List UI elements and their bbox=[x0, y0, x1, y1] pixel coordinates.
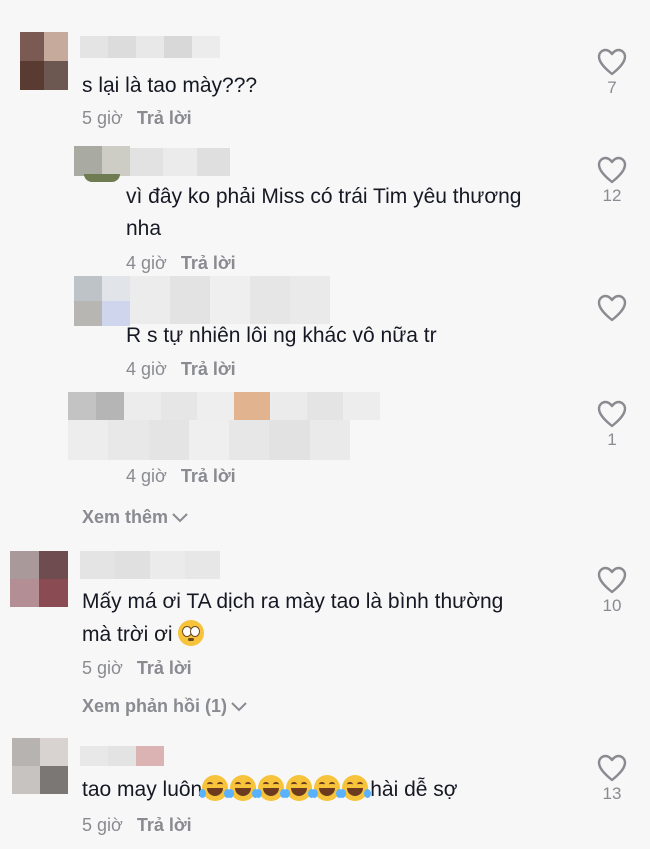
face-with-tears-of-joy-emoji bbox=[311, 775, 344, 801]
comment-meta: 5 giờ Trả lời bbox=[82, 108, 192, 129]
comment-time: 5 giờ bbox=[82, 815, 123, 835]
comment-text-line-1: vì đây ko phải Miss có trái Tim yêu thươ… bbox=[126, 185, 522, 208]
reply-button[interactable]: Trả lời bbox=[181, 253, 236, 273]
username-blurred[interactable] bbox=[80, 36, 220, 58]
reply-button[interactable]: Trả lời bbox=[137, 108, 192, 128]
heart-outline-icon bbox=[597, 48, 627, 76]
like-button[interactable]: 1 bbox=[592, 400, 632, 450]
avatar[interactable] bbox=[68, 392, 124, 420]
face-with-tears-of-joy-emoji bbox=[199, 775, 232, 801]
like-button[interactable] bbox=[592, 294, 632, 324]
view-more-label: Xem thêm bbox=[82, 507, 169, 527]
like-button[interactable]: 10 bbox=[592, 566, 632, 616]
comment-time: 5 giờ bbox=[82, 108, 123, 128]
view-replies-label: Xem phản hồi (1) bbox=[82, 696, 228, 716]
like-button[interactable]: 7 bbox=[592, 48, 632, 98]
heart-outline-icon bbox=[597, 156, 627, 184]
like-count: 13 bbox=[602, 784, 622, 803]
like-count: 12 bbox=[602, 186, 622, 205]
like-button[interactable]: 13 bbox=[592, 754, 632, 804]
heart-outline-icon bbox=[597, 400, 627, 428]
face-with-tears-of-joy-emoji bbox=[339, 775, 372, 801]
face-with-tears-of-joy-emoji bbox=[255, 775, 288, 801]
like-button[interactable]: 12 bbox=[592, 156, 632, 206]
username-blurred[interactable] bbox=[124, 392, 380, 420]
comment-meta: 4 giờ Trả lời bbox=[126, 359, 236, 380]
comment-text: tao may luôn hài dễ sợ bbox=[82, 774, 458, 806]
comment-text-before: tao may luôn bbox=[82, 778, 203, 801]
face-with-tears-of-joy-emoji bbox=[283, 775, 316, 801]
comment-meta: 5 giờ Trả lời bbox=[82, 658, 192, 679]
avatar[interactable] bbox=[12, 738, 68, 794]
comment-time: 4 giờ bbox=[126, 359, 167, 379]
comment-time: 4 giờ bbox=[126, 253, 167, 273]
username-blurred[interactable] bbox=[80, 551, 220, 579]
avatar[interactable] bbox=[74, 146, 130, 182]
username-blurred[interactable] bbox=[130, 276, 330, 324]
comment-time: 5 giờ bbox=[82, 658, 123, 678]
username-blurred[interactable] bbox=[80, 746, 164, 766]
comment-text-line-2-text: mà trời ơi bbox=[82, 623, 173, 646]
comment-meta: 4 giờ Trả lời bbox=[126, 466, 236, 487]
view-more-button[interactable]: Xem thêm bbox=[82, 507, 188, 528]
heart-outline-icon bbox=[597, 294, 627, 322]
comment-meta: 5 giờ Trả lời bbox=[82, 815, 192, 836]
heart-outline-icon bbox=[597, 566, 627, 594]
face-with-tears-of-joy-emoji bbox=[227, 775, 260, 801]
comment-time: 4 giờ bbox=[126, 466, 167, 486]
view-replies-button[interactable]: Xem phản hồi (1) bbox=[82, 696, 247, 717]
avatar[interactable] bbox=[74, 276, 130, 326]
avatar[interactable] bbox=[20, 32, 68, 90]
like-count: 7 bbox=[607, 78, 617, 97]
chevron-down-icon bbox=[231, 702, 247, 712]
like-count: 10 bbox=[602, 596, 622, 615]
reply-button[interactable]: Trả lời bbox=[181, 466, 236, 486]
like-count: 1 bbox=[607, 430, 617, 449]
comment-text-line-2: nha bbox=[126, 217, 162, 240]
reply-button[interactable]: Trả lời bbox=[181, 359, 236, 379]
reply-button[interactable]: Trả lời bbox=[137, 658, 192, 678]
comment-text-after: hài dễ sợ bbox=[370, 778, 458, 801]
comment-meta: 4 giờ Trả lời bbox=[126, 253, 236, 274]
comment-text: s lại là tao mày??? bbox=[82, 74, 258, 97]
heart-outline-icon bbox=[597, 754, 627, 782]
flushed-face-emoji bbox=[178, 620, 205, 646]
comment-text-line-1: Mấy má ơi TA dịch ra mày tao là bình thư… bbox=[82, 590, 504, 613]
avatar[interactable] bbox=[10, 551, 68, 607]
reply-button[interactable]: Trả lời bbox=[137, 815, 192, 835]
comment-text: R s tự nhiên lôi ng khác vô nữa tr bbox=[126, 324, 437, 347]
chevron-down-icon bbox=[172, 513, 188, 523]
comment-text-blurred bbox=[68, 420, 350, 460]
username-blurred[interactable] bbox=[130, 148, 230, 176]
comment-text-line-2: mà trời ơi bbox=[82, 619, 206, 651]
